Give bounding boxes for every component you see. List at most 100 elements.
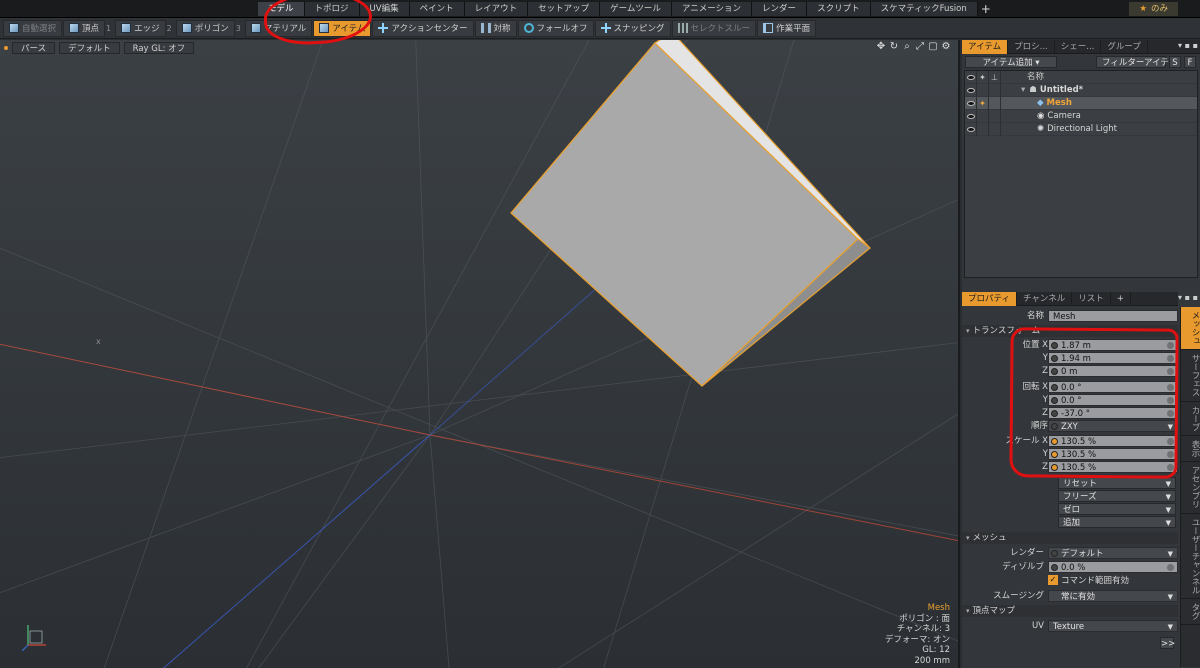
more-button[interactable]: >> bbox=[1160, 637, 1175, 649]
props-window-icons[interactable]: ▾ ▪ ▪ bbox=[1178, 293, 1198, 302]
material-mode-button[interactable]: マテリアル bbox=[244, 19, 313, 37]
polygon-mode-button[interactable]: ポリゴン bbox=[175, 19, 235, 37]
keyframe-dot-icon[interactable] bbox=[1051, 423, 1058, 430]
tab-layout[interactable]: レイアウト bbox=[464, 2, 529, 16]
viewport-options-dot[interactable] bbox=[4, 45, 8, 50]
envelope-icon[interactable] bbox=[1167, 342, 1174, 349]
tab-channels[interactable]: チャンネル bbox=[1017, 292, 1073, 306]
side-tab-user-channels[interactable]: ユーザーチャンネル bbox=[1181, 514, 1200, 599]
side-tab-mesh[interactable]: メッシュ bbox=[1181, 307, 1200, 350]
keyframe-dot-icon[interactable] bbox=[1051, 342, 1058, 349]
envelope-icon[interactable] bbox=[1167, 451, 1174, 458]
vertex-map-section[interactable]: ▾ 頂点マップ bbox=[962, 605, 1178, 617]
side-tab-assembly[interactable]: アセンブリ bbox=[1181, 462, 1200, 514]
keyframe-dot-icon[interactable] bbox=[1051, 384, 1058, 391]
envelope-icon[interactable] bbox=[1167, 564, 1174, 571]
keyframe-dot-icon[interactable] bbox=[1051, 464, 1058, 471]
position-y-field[interactable]: 1.94 m bbox=[1048, 352, 1178, 364]
keyframe-dot-icon[interactable] bbox=[1051, 438, 1058, 445]
work-plane-button[interactable]: 作業平面 bbox=[757, 19, 817, 37]
tab-script[interactable]: スクリプト bbox=[807, 2, 871, 16]
shading-dropdown[interactable]: デフォルト bbox=[59, 41, 120, 54]
select-through-button[interactable]: セレクトスルー bbox=[671, 19, 757, 37]
cube-front-face[interactable] bbox=[510, 42, 859, 387]
keyframe-dot-icon[interactable] bbox=[1051, 564, 1058, 571]
rotation-x-field[interactable]: 0.0 ° bbox=[1048, 381, 1178, 393]
rotate-icon[interactable]: ↻ bbox=[888, 41, 900, 53]
command-region-checkbox[interactable]: ✓ bbox=[1048, 575, 1058, 585]
add-props-tab-button[interactable]: + bbox=[1111, 292, 1131, 306]
dissolve-field[interactable]: 0.0 % bbox=[1048, 561, 1178, 573]
side-tab-surface[interactable]: サーフェス bbox=[1181, 350, 1200, 402]
keyframe-dot-icon[interactable] bbox=[1051, 368, 1058, 375]
add-item-button[interactable]: アイテム追加 ▾ bbox=[965, 55, 1057, 68]
uv-dropdown[interactable]: Texture ▼ bbox=[1048, 620, 1178, 632]
tab-shader[interactable]: シェー... bbox=[1055, 40, 1102, 54]
visibility-eye-icon[interactable] bbox=[965, 96, 977, 110]
pan-icon[interactable]: ✥ bbox=[875, 41, 887, 53]
envelope-icon[interactable] bbox=[1167, 397, 1174, 404]
name-field[interactable]: Mesh bbox=[1048, 310, 1178, 322]
f-button[interactable]: F bbox=[1184, 55, 1196, 68]
visibility-eye-icon[interactable] bbox=[965, 109, 977, 123]
list-item[interactable]: ✺ Directional Light bbox=[965, 122, 1197, 136]
list-item[interactable]: ▾ ☗ Untitled* bbox=[965, 83, 1197, 97]
filter-only-toggle[interactable]: ★ のみ bbox=[1129, 2, 1178, 16]
envelope-icon[interactable] bbox=[1167, 410, 1174, 417]
viewport-settings-icon[interactable]: ⚙ bbox=[940, 41, 952, 53]
position-x-field[interactable]: 1.87 m bbox=[1048, 339, 1178, 351]
lock-icon[interactable]: ✦ bbox=[977, 96, 989, 110]
symmetry-button[interactable]: 対称 bbox=[474, 19, 517, 37]
keyframe-dot-icon[interactable] bbox=[1051, 355, 1058, 362]
tab-paint[interactable]: ペイント bbox=[409, 2, 465, 16]
list-item[interactable]: ◉ Camera bbox=[965, 109, 1197, 123]
mesh-section[interactable]: ▾ メッシュ bbox=[962, 532, 1178, 544]
envelope-icon[interactable] bbox=[1167, 368, 1174, 375]
tab-animation[interactable]: アニメーション bbox=[671, 2, 753, 16]
tab-items[interactable]: アイテム bbox=[962, 40, 1009, 54]
smoothing-dropdown[interactable]: 常に有効 ▼ bbox=[1048, 590, 1178, 602]
render-dropdown[interactable]: デフォルト ▼ bbox=[1048, 547, 1178, 559]
zoom-icon[interactable]: ⌕ bbox=[901, 41, 913, 53]
visibility-eye-icon[interactable] bbox=[965, 83, 977, 97]
snapping-button[interactable]: スナッピング bbox=[594, 19, 671, 37]
tab-groups[interactable]: グループ bbox=[1101, 40, 1148, 54]
tab-game-tools[interactable]: ゲームツール bbox=[600, 2, 672, 16]
action-center-button[interactable]: アクションセンター bbox=[372, 19, 474, 37]
scale-x-field[interactable]: 130.5 % bbox=[1048, 435, 1178, 447]
visibility-eye-icon[interactable] bbox=[965, 122, 977, 136]
tab-schematic-fusion[interactable]: スケマティックFusion bbox=[870, 2, 978, 16]
fit-icon[interactable]: ⤢ bbox=[914, 41, 926, 53]
s-button[interactable]: S bbox=[1169, 55, 1181, 68]
list-item[interactable]: ✦ ◆ Mesh bbox=[965, 96, 1197, 110]
item-mode-button[interactable]: アイテム bbox=[313, 19, 372, 37]
freeze-button[interactable]: フリーズ ▼ bbox=[1058, 490, 1176, 502]
edge-mode-button[interactable]: エッジ bbox=[115, 19, 166, 37]
scale-z-field[interactable]: 130.5 % bbox=[1048, 461, 1178, 473]
panel-window-icons[interactable]: ▾ ▪ ▪ bbox=[1178, 41, 1198, 50]
position-z-field[interactable]: 0 m bbox=[1048, 365, 1178, 377]
tab-list[interactable]: リスト bbox=[1072, 292, 1111, 306]
keyframe-dot-icon[interactable] bbox=[1051, 397, 1058, 404]
maximize-icon[interactable]: ▢ bbox=[927, 41, 939, 53]
tab-uv-edit[interactable]: UV編集 bbox=[359, 2, 410, 16]
transform-section[interactable]: ▾ トランスフォーム bbox=[962, 325, 1178, 337]
3d-viewport[interactable]: パース デフォルト Ray GL: オフ ✥ ↻ ⌕ ⤢ ▢ ⚙ x Mesh … bbox=[0, 40, 960, 668]
envelope-icon[interactable] bbox=[1167, 355, 1174, 362]
tab-render[interactable]: レンダー bbox=[752, 2, 808, 16]
add-transform-button[interactable]: 追加 ▼ bbox=[1058, 516, 1176, 528]
tab-setup[interactable]: セットアップ bbox=[528, 2, 601, 16]
falloff-button[interactable]: フォールオフ bbox=[517, 19, 594, 37]
keyframe-dot-icon[interactable] bbox=[1051, 550, 1058, 557]
vertex-mode-button[interactable]: 頂点 bbox=[63, 19, 106, 37]
view-type-dropdown[interactable]: パース bbox=[12, 41, 56, 54]
zero-button[interactable]: ゼロ ▼ bbox=[1058, 503, 1176, 515]
order-dropdown[interactable]: ZXY ▼ bbox=[1048, 420, 1178, 432]
filter-items-button[interactable]: フィルターアイテム bbox=[1096, 55, 1177, 68]
rotation-y-field[interactable]: 0.0 ° bbox=[1048, 394, 1178, 406]
side-tab-display[interactable]: 表示 bbox=[1181, 436, 1200, 462]
rotation-z-field[interactable]: -37.0 ° bbox=[1048, 407, 1178, 419]
envelope-icon[interactable] bbox=[1167, 464, 1174, 471]
tab-model[interactable]: モデル bbox=[258, 2, 305, 16]
mesh-cube[interactable] bbox=[510, 40, 871, 387]
